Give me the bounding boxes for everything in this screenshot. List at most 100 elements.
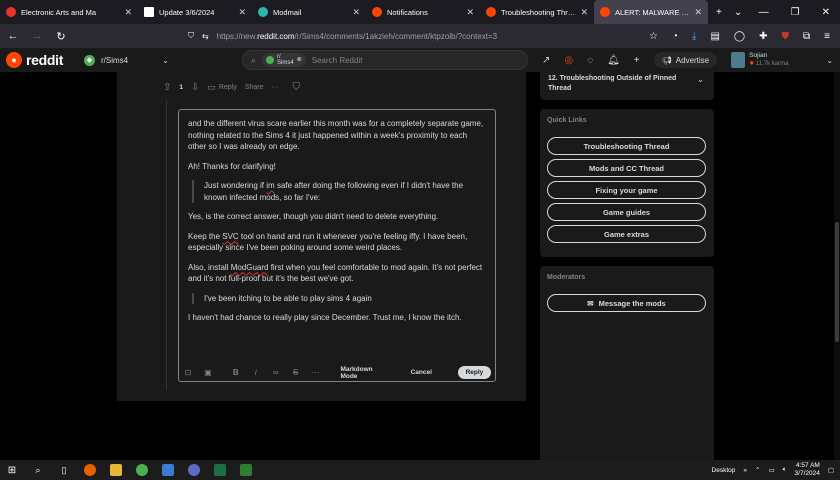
restore-icon[interactable]: ❐: [791, 7, 800, 18]
account-icon[interactable]: ◯: [734, 31, 745, 42]
thread-line[interactable]: [166, 100, 167, 390]
save-icon[interactable]: ⛉: [293, 82, 301, 93]
url-text: https://new.reddit.com/r/Sims4/comments/…: [216, 31, 498, 41]
windows-start-icon[interactable]: ⊞: [6, 464, 18, 476]
create-post-icon[interactable]: +: [634, 55, 640, 66]
bookmark-star-icon[interactable]: ☆: [649, 31, 658, 42]
chat-icon[interactable]: ◌: [587, 55, 593, 66]
downvote-icon[interactable]: ⇩: [191, 82, 199, 93]
user-menu[interactable]: Sojian ✹ 11.7k karma ⌄: [731, 52, 833, 68]
close-icon[interactable]: ✕: [238, 7, 246, 18]
reply-editor[interactable]: and the different virus scare earlier th…: [178, 109, 496, 382]
notification-bell-icon[interactable]: 🔔︎: [607, 55, 620, 66]
markdown-mode-button[interactable]: Markdown Mode: [340, 366, 382, 380]
task-view-icon[interactable]: ▯: [58, 464, 70, 476]
search-bar[interactable]: ⌕ r/ Sims4 ⊗ Search Reddit: [242, 50, 528, 70]
advertise-button[interactable]: 📢︎ Advertise: [653, 52, 718, 68]
desktop-label[interactable]: Desktop: [712, 467, 736, 474]
editor-quote: Just wondering if im safe after doing th…: [192, 180, 486, 203]
close-icon[interactable]: ✕: [124, 7, 132, 18]
firefox-icon[interactable]: [84, 464, 96, 476]
snoo-icon: ●: [6, 52, 22, 68]
new-tab-button[interactable]: +: [716, 7, 722, 18]
chevron-right-icon[interactable]: »: [743, 467, 747, 474]
rules-widget[interactable]: 12. Troubleshooting Outside of Pinned Th…: [540, 72, 714, 100]
tab-0[interactable]: Electronic Arts and Ma ✕: [0, 0, 138, 24]
coin-icon[interactable]: ◎: [564, 55, 573, 66]
file-explorer-icon[interactable]: [110, 464, 122, 476]
ublock-icon[interactable]: ⛊: [782, 31, 790, 42]
close-icon[interactable]: ✕: [694, 7, 702, 18]
address-bar[interactable]: ⛉ ⇆ https://new.reddit.com/r/Sims4/comme…: [188, 27, 639, 45]
megaphone-icon: 📢︎: [661, 55, 672, 65]
more-options-button[interactable]: ···: [272, 84, 279, 91]
menu-icon[interactable]: ≡: [824, 31, 830, 42]
download-icon[interactable]: ⤓: [692, 31, 696, 42]
close-window-icon[interactable]: ✕: [822, 7, 830, 18]
reload-icon[interactable]: ↻: [54, 30, 68, 43]
tab-list-button[interactable]: ⌄: [734, 7, 742, 18]
vote-count: 1: [179, 84, 184, 91]
reddit-logo[interactable]: ● reddit: [6, 52, 84, 68]
extension-icon[interactable]: ✚: [759, 31, 767, 42]
clock[interactable]: 4:57 AM 3/7/2024: [795, 462, 820, 478]
close-icon[interactable]: ✕: [352, 7, 360, 18]
avatar: [731, 52, 746, 68]
quick-link-extras[interactable]: Game extras: [547, 225, 706, 243]
volume-icon[interactable]: 🔈︎: [783, 466, 787, 474]
app-icon[interactable]: [162, 464, 174, 476]
puzzle-icon[interactable]: ⧉: [803, 31, 810, 42]
library-icon[interactable]: ▤: [710, 31, 719, 42]
minimize-icon[interactable]: —: [759, 7, 769, 18]
italic-icon[interactable]: i: [251, 368, 261, 377]
moderators-widget: Moderators ✉ Message the mods: [540, 266, 714, 460]
tab-4[interactable]: Troubleshooting Thread - ✕: [480, 0, 594, 24]
editor-text-area[interactable]: and the different virus scare earlier th…: [179, 110, 495, 324]
community-chip[interactable]: r/ Sims4 ⊗: [262, 53, 306, 67]
tab-1[interactable]: Update 3/6/2024 ✕: [138, 0, 252, 24]
close-icon[interactable]: ✕: [466, 7, 474, 18]
search-icon[interactable]: ⌕: [32, 464, 44, 476]
sims-app-icon[interactable]: [136, 464, 148, 476]
tracking-icon[interactable]: ⇆: [202, 32, 209, 41]
cancel-button[interactable]: Cancel: [411, 369, 432, 376]
tab-5[interactable]: ALERT: MALWARE is being ✕: [594, 0, 708, 24]
forward-icon[interactable]: →: [30, 30, 44, 42]
gif-icon[interactable]: ⊡: [183, 368, 193, 377]
back-icon[interactable]: ←: [6, 30, 20, 42]
image-icon[interactable]: ▣: [203, 368, 213, 377]
bold-icon[interactable]: B: [231, 368, 241, 377]
reddit-header: ● reddit ◆ r/Sims4 ⌄ ⌕ r/ Sims4 ⊗ Search…: [0, 48, 840, 72]
app-icon[interactable]: [240, 464, 252, 476]
quick-link-fixing[interactable]: Fixing your game: [547, 181, 706, 199]
search-input[interactable]: Search Reddit: [312, 56, 363, 65]
chevron-up-icon[interactable]: ⌃: [755, 466, 760, 474]
page-scrollbar[interactable]: [834, 72, 840, 460]
tab-3[interactable]: Notifications ✕: [366, 0, 480, 24]
reply-button[interactable]: Reply: [457, 366, 491, 379]
more-formatting-button[interactable]: ···: [311, 368, 321, 377]
close-icon[interactable]: ✕: [580, 7, 588, 18]
quick-link-troubleshooting[interactable]: Troubleshooting Thread: [547, 137, 706, 155]
app-icon[interactable]: [188, 464, 200, 476]
shield-icon[interactable]: ⛉: [188, 31, 194, 41]
tab-2[interactable]: Modmail ✕: [252, 0, 366, 24]
reply-action[interactable]: ▭ Reply: [207, 82, 236, 93]
chevron-down-icon[interactable]: ⌄: [697, 75, 704, 84]
upvote-icon[interactable]: ⇧: [163, 82, 171, 93]
community-switcher[interactable]: ◆ r/Sims4 ⌄: [84, 54, 234, 66]
message-mods-button[interactable]: ✉ Message the mods: [547, 294, 706, 312]
network-icon[interactable]: ▭: [768, 466, 774, 474]
share-action[interactable]: Share: [245, 84, 264, 91]
notifications-icon[interactable]: ▢: [828, 466, 834, 474]
link-icon[interactable]: ∞: [271, 368, 281, 377]
rule-item[interactable]: 12. Troubleshooting Outside of Pinned Th…: [548, 74, 688, 94]
popular-icon[interactable]: ↗: [542, 55, 550, 66]
scrollbar-thumb[interactable]: [835, 222, 839, 342]
pocket-icon[interactable]: ◔: [672, 31, 678, 42]
excel-icon[interactable]: [214, 464, 226, 476]
quick-link-guides[interactable]: Game guides: [547, 203, 706, 221]
chip-close-icon[interactable]: ⊗: [297, 57, 302, 63]
strikethrough-icon[interactable]: S: [291, 368, 301, 377]
quick-link-mods-cc[interactable]: Mods and CC Thread: [547, 159, 706, 177]
